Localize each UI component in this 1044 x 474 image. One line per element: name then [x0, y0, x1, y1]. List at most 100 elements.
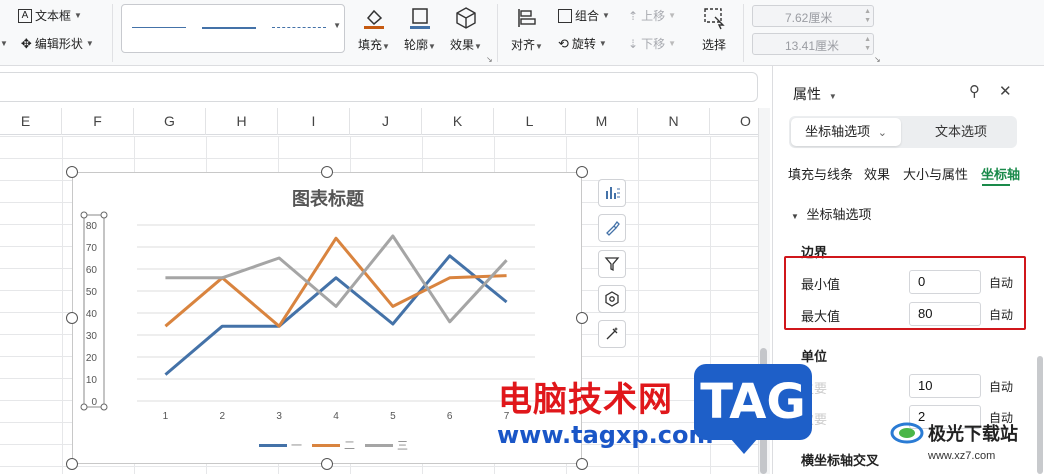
column-header-f[interactable]: F	[62, 108, 134, 135]
chart-elements-button[interactable]	[598, 179, 626, 207]
watermark-logo-url: www.xz7.com	[928, 450, 996, 462]
group-label: 组合	[575, 9, 600, 23]
axis-options-section-toggle[interactable]: ▼ 坐标轴选项	[791, 204, 872, 223]
collapse-triangle-icon: ▼	[791, 212, 799, 221]
textbox-icon: A	[18, 8, 32, 23]
outline-label: 轮廓	[404, 38, 429, 52]
watermark-site-logo: 极光下载站	[890, 420, 1018, 446]
chart-filter-button[interactable]	[598, 250, 626, 278]
y-axis-handle	[80, 403, 88, 411]
column-header-i[interactable]: I	[278, 108, 350, 135]
move-up-label: 上移	[641, 9, 666, 23]
line-style-dashed[interactable]	[272, 27, 326, 28]
resize-handle-bottom[interactable]	[321, 458, 333, 470]
seg-text-options[interactable]: 文本选项	[907, 118, 1015, 146]
select-button[interactable]: 选择	[692, 2, 736, 53]
y-tick-label[interactable]: 20	[86, 353, 98, 364]
column-header-e[interactable]: E	[0, 108, 62, 135]
legend-item-2[interactable]: 二	[312, 437, 355, 453]
chart-style-button[interactable]	[598, 214, 626, 242]
y-tick-label[interactable]: 50	[86, 287, 98, 298]
tab-effects[interactable]: 效果	[864, 164, 890, 183]
shape-height-field[interactable]: 7.62厘米 ▲ ▼	[752, 5, 874, 27]
y-tick-label[interactable]: 60	[86, 265, 98, 276]
panel-scrollbar-thumb[interactable]	[1037, 356, 1043, 474]
close-icon[interactable]: ✕	[999, 82, 1012, 100]
cross-axis-title: 横坐标轴交叉	[801, 453, 880, 468]
chart-quick-layout-button[interactable]	[598, 320, 626, 348]
aurora-logo-icon	[890, 422, 924, 444]
tab-fill-line[interactable]: 填充与线条	[788, 164, 853, 183]
shape-width-field[interactable]: 13.41厘米 ▲ ▼	[752, 33, 874, 55]
edit-shape-button[interactable]: ▼ ✥ 编辑形状 ▼	[0, 35, 94, 52]
chevron-down-icon: ⌄	[877, 127, 887, 139]
dialog-launcher-icon[interactable]: ↘	[874, 55, 881, 64]
resize-handle-bottom-right[interactable]	[576, 458, 588, 470]
hexagon-settings-icon	[605, 291, 619, 307]
column-header-l[interactable]: L	[494, 108, 566, 135]
rotate-button[interactable]: ⟲ 旋转 ▼	[558, 35, 607, 52]
panel-title: 属性	[793, 86, 821, 102]
column-header-m[interactable]: M	[566, 108, 638, 135]
spin-arrows-icon[interactable]: ▲ ▼	[864, 35, 871, 53]
x-tick-label: 5	[390, 411, 396, 422]
tab-size-properties[interactable]: 大小与属性	[903, 164, 968, 183]
panel-title-dropdown[interactable]: 属性 ▼	[793, 84, 837, 104]
pin-icon[interactable]: ⚲	[969, 82, 980, 100]
legend-item-1[interactable]: 一	[259, 437, 302, 453]
line-style-gallery[interactable]: ▼	[121, 4, 345, 53]
chart-settings-button[interactable]	[598, 285, 626, 313]
line-style-thick[interactable]	[202, 27, 256, 29]
column-header-j[interactable]: J	[350, 108, 422, 135]
spin-arrows-icon[interactable]: ▲ ▼	[864, 7, 871, 25]
resize-handle-left[interactable]	[66, 312, 78, 324]
y-tick-label[interactable]: 40	[86, 309, 98, 320]
legend-item-3[interactable]: 三	[365, 437, 408, 453]
resize-handle-right[interactable]	[576, 312, 588, 324]
seg-axis-options[interactable]: 坐标轴选项 ⌄	[791, 118, 901, 146]
column-header-g[interactable]: G	[134, 108, 206, 135]
active-tab-indicator	[982, 184, 1010, 186]
move-up-icon: ⇡	[628, 8, 639, 23]
major-value-input[interactable]: 10	[909, 374, 981, 398]
edit-shape-icon: ✥	[20, 35, 32, 51]
major-auto-button[interactable]: 自动	[989, 378, 1013, 395]
legend-label: 三	[397, 440, 408, 452]
rotate-label: 旋转	[571, 37, 596, 51]
x-tick-label: 3	[276, 411, 282, 422]
line-style-thin[interactable]	[132, 27, 186, 28]
magic-wand-icon	[606, 327, 618, 340]
legend-label: 二	[344, 440, 355, 452]
resize-handle-top-left[interactable]	[66, 166, 78, 178]
effect-button[interactable]: 效果▼	[444, 2, 488, 53]
y-tick-label[interactable]: 80	[86, 221, 98, 232]
chart-legend[interactable]: 一二三	[259, 437, 408, 453]
column-header-k[interactable]: K	[422, 108, 494, 135]
resize-handle-bottom-left[interactable]	[66, 458, 78, 470]
column-header-h[interactable]: H	[206, 108, 278, 135]
textbox-button[interactable]: A 文本框 ▼	[18, 7, 82, 24]
column-header-n[interactable]: N	[638, 108, 710, 135]
y-tick-label[interactable]: 10	[86, 375, 98, 386]
gallery-scroll-icon[interactable]: ▼	[333, 21, 341, 30]
move-up-button[interactable]: ⇡ 上移 ▼	[628, 7, 676, 24]
y-tick-label[interactable]: 30	[86, 331, 98, 342]
watermark-text: 电脑技术网	[498, 380, 673, 420]
resize-handle-top[interactable]	[321, 166, 333, 178]
y-tick-label[interactable]: 0	[91, 397, 97, 408]
group-button[interactable]: 组合 ▼	[558, 7, 610, 24]
shape-height-value: 7.62厘米	[785, 11, 833, 25]
move-down-button[interactable]: ⇣ 下移 ▼	[628, 35, 676, 52]
outline-button[interactable]: 轮廓▼	[398, 2, 442, 53]
dialog-launcher-icon[interactable]: ↘	[486, 55, 493, 64]
formula-bar-input[interactable]	[0, 72, 758, 102]
legend-swatch	[365, 443, 393, 447]
divider	[743, 4, 744, 62]
chevron-down-icon: ▼	[828, 92, 837, 101]
align-button[interactable]: 对齐▼	[505, 2, 549, 53]
y-tick-label[interactable]: 70	[86, 243, 98, 254]
tab-axis[interactable]: 坐标轴	[981, 164, 1020, 183]
resize-handle-top-right[interactable]	[576, 166, 588, 178]
align-label: 对齐	[511, 38, 536, 52]
fill-button[interactable]: 填充▼	[352, 2, 396, 53]
